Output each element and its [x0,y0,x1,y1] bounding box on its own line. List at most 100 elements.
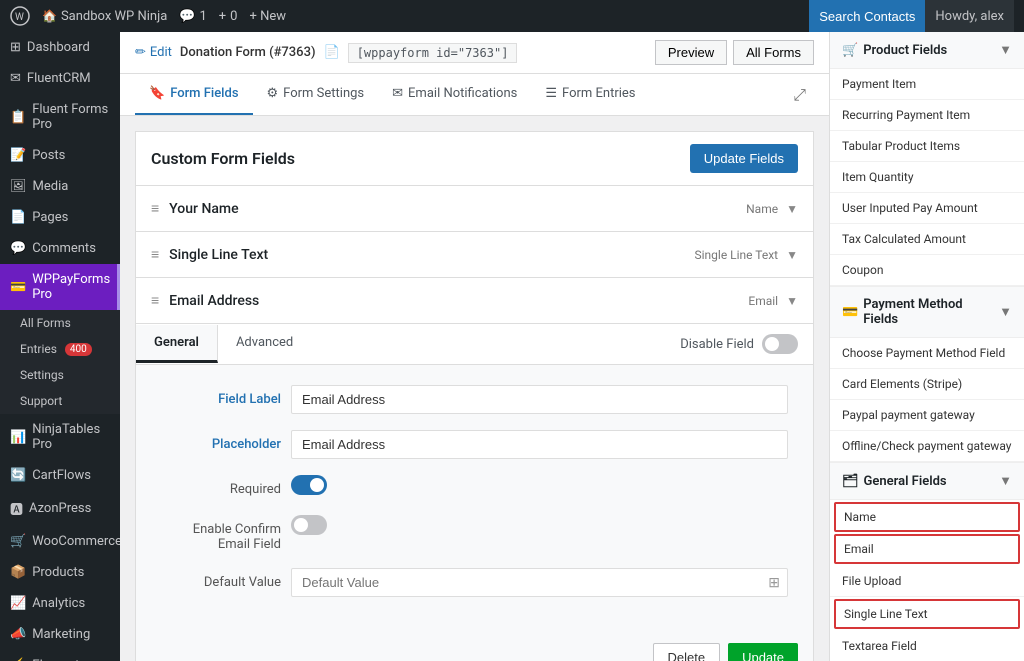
sidebar-item-dashboard[interactable]: ⊞ Dashboard [0,32,120,63]
general-field-file-upload[interactable]: File Upload [830,566,1024,597]
flow-icon: 🔄 [10,468,26,483]
form-main: Custom Form Fields Update Fields ≡ Your … [120,116,829,661]
entries-badge: 400 [65,343,92,356]
tab-form-fields[interactable]: 🔖 Form Fields [135,74,253,115]
general-fields-section: 🗂 General Fields ▼ Name Email File Uploa… [830,463,1024,661]
product-fields-header: 🛒 Product Fields ▼ [830,32,1024,69]
sidebar-item-analytics[interactable]: 📈 Analytics [0,588,120,619]
table-icon: 📊 [10,430,26,445]
field-row-your-name[interactable]: ≡ Your Name Name ▼ [135,186,814,232]
required-toggle[interactable] [291,475,327,495]
right-panel-item[interactable]: Tax Calculated Amount [830,224,1024,255]
sidebar-item-fluent-forms-pro[interactable]: 📋 Fluent Forms Pro [0,94,120,140]
placeholder-input[interactable] [291,430,788,459]
right-panel-item[interactable]: User Inputed Pay Amount [830,193,1024,224]
mail-icon: ✉ [10,71,21,86]
sidebar-item-comments[interactable]: 💬 Comments [0,233,120,264]
right-panel-item[interactable]: Paypal payment gateway [830,400,1024,431]
shortcode-badge[interactable]: [wppayform id="7363"] [348,43,518,63]
enable-confirm-toggle[interactable] [291,515,327,535]
payment-icon: 💳 [10,280,26,295]
field-label-row: Field Label [161,385,788,414]
sidebar-item-settings[interactable]: Settings [10,362,120,388]
svg-text:W: W [15,12,24,23]
field-expanded-header[interactable]: ≡ Email Address Email ▼ [136,278,813,324]
search-contacts-button[interactable]: Search Contacts [809,0,925,32]
sidebar-item-posts[interactable]: 📝 Posts [0,140,120,171]
required-label-text: Required [161,475,281,497]
tab-email-notifications[interactable]: ✉ Email Notifications [378,74,531,115]
field-row-left: ≡ Email Address [151,292,259,309]
right-panel-item[interactable]: Payment Item [830,69,1024,100]
form-title: Donation Form (#7363) [180,45,316,60]
preview-button[interactable]: Preview [655,40,727,65]
tab-form-settings[interactable]: ⚙ Form Settings [253,74,379,115]
disable-field-toggle[interactable] [762,334,798,354]
expand-icon[interactable]: ⤢ [785,77,814,113]
fields-tab-icon: 🔖 [149,86,165,101]
update-fields-button[interactable]: Update Fields [690,144,798,173]
sidebar-item-wppayforms[interactable]: 💳 WPPayForms Pro [0,264,120,310]
field-label-input[interactable] [291,385,788,414]
field-row-right: Single Line Text ▼ [695,248,799,262]
updates-notif[interactable]: + 0 [219,9,238,24]
sidebar-item-products[interactable]: 📦 Products [0,557,120,588]
sidebar-item-entries[interactable]: Entries 400 [10,336,120,362]
sidebar-item-ninjatables[interactable]: 📊 NinjaTables Pro [0,414,120,460]
chevron-up-icon: ▼ [786,294,798,308]
placeholder-input-wrap [291,430,788,459]
field-label-input-wrap [291,385,788,414]
new-content-btn[interactable]: + New [249,9,286,24]
chevron-down-icon: ▼ [999,304,1012,320]
sidebar-item-pages[interactable]: 📄 Pages [0,202,120,233]
custom-fields-header: Custom Form Fields Update Fields [135,131,814,186]
sidebar-item-fluentcrm[interactable]: ✉ FluentCRM [0,63,120,94]
general-field-single-line[interactable]: Single Line Text [834,599,1020,629]
sidebar-item-azonpress[interactable]: 🅰 AzonPress [0,491,120,526]
dashboard-icon: ⊞ [10,40,21,55]
general-field-email[interactable]: Email [834,534,1020,564]
forms-icon: 📋 [10,110,26,125]
chevron-down-icon: ▼ [786,202,798,216]
sidebar-item-woocommerce[interactable]: 🛒 WooCommerce [0,526,120,557]
sidebar-item-media[interactable]: 🖼 Media [0,171,120,202]
all-forms-button[interactable]: All Forms [733,40,814,65]
comment-notif[interactable]: 💬 1 [179,9,207,24]
right-panel-item[interactable]: Coupon [830,255,1024,286]
howdy-menu[interactable]: Howdy, alex [925,0,1014,32]
default-value-label: Default Value [161,568,281,590]
required-toggle-wrap [291,475,788,499]
tab-advanced[interactable]: Advanced [218,325,311,363]
edit-icon: ✏ [135,45,146,60]
general-field-textarea[interactable]: Textarea Field [830,631,1024,661]
tab-general[interactable]: General [136,325,218,363]
update-button[interactable]: Update [728,643,798,661]
sidebar-item-support[interactable]: Support [10,388,120,414]
field-row-single-line[interactable]: ≡ Single Line Text Single Line Text ▼ [135,232,814,278]
content-area: ✏ Edit Donation Form (#7363) 📄 [wppayfor… [120,32,829,661]
sidebar-item-all-forms[interactable]: All Forms [10,310,120,336]
field-expanded-email: ≡ Email Address Email ▼ General Advanced [135,278,814,661]
default-value-input[interactable] [291,568,788,597]
right-panel-item[interactable]: Tabular Product Items [830,131,1024,162]
edit-button[interactable]: ✏ Edit [135,45,172,60]
right-panel-item[interactable]: Item Quantity [830,162,1024,193]
sidebar-item-marketing[interactable]: 📣 Marketing [0,619,120,650]
woo-icon: 🛒 [10,534,26,549]
media-icon: 🖼 [10,179,27,194]
right-panel-item[interactable]: Recurring Payment Item [830,100,1024,131]
right-panel-item[interactable]: Choose Payment Method Field [830,338,1024,369]
sidebar-item-elementor[interactable]: ⚡ Elementor [0,650,120,661]
tab-form-entries[interactable]: ☰ Form Entries [531,74,649,115]
enable-confirm-row: Enable Confirm Email Field [161,515,788,552]
site-name[interactable]: 🏠 Sandbox WP Ninja [42,9,167,24]
field-form-content: Field Label Placeholder Requ [136,365,813,633]
general-field-name[interactable]: Name [834,502,1020,532]
right-panel-item[interactable]: Card Elements (Stripe) [830,369,1024,400]
single-line-type: Single Line Text [695,248,779,262]
payment-method-fields-title: 💳 Payment Method Fields [842,297,999,327]
delete-button[interactable]: Delete [653,643,721,661]
sidebar-item-cartflows[interactable]: 🔄 CartFlows [0,460,120,491]
right-panel-item[interactable]: Offline/Check payment gateway [830,431,1024,462]
marketing-icon: 📣 [10,627,26,642]
